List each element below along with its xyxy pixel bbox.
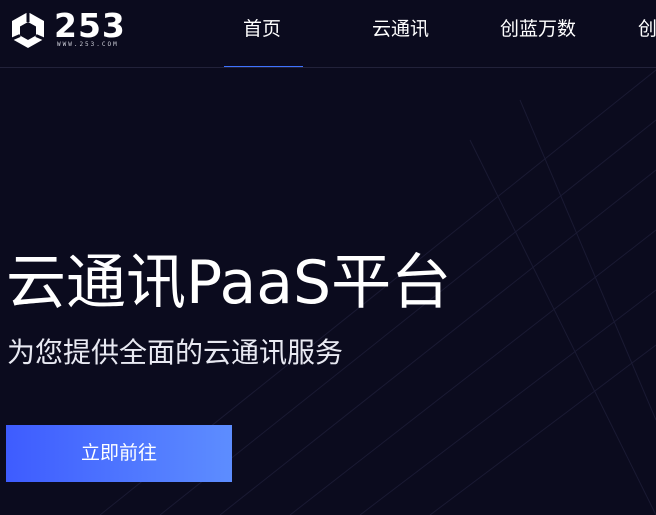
nav-item-cloud-communication[interactable]: 云通讯 [372, 17, 429, 41]
main-nav: 首页 云通讯 创蓝万数 创 [0, 0, 656, 67]
active-tab-indicator [224, 66, 303, 67]
nav-item-truncated[interactable]: 创 [638, 17, 656, 41]
nav-item-chuanglan-wanshu[interactable]: 创蓝万数 [500, 17, 576, 41]
hero-subtitle: 为您提供全面的云通讯服务 [7, 336, 344, 369]
go-now-button[interactable]: 立即前往 [6, 425, 232, 482]
nav-item-home[interactable]: 首页 [243, 17, 281, 41]
top-navigation-bar: 253 WWW.253.COM 首页 云通讯 创蓝万数 创 [0, 0, 656, 68]
hero-title: 云通讯PaaS平台 [6, 248, 452, 318]
